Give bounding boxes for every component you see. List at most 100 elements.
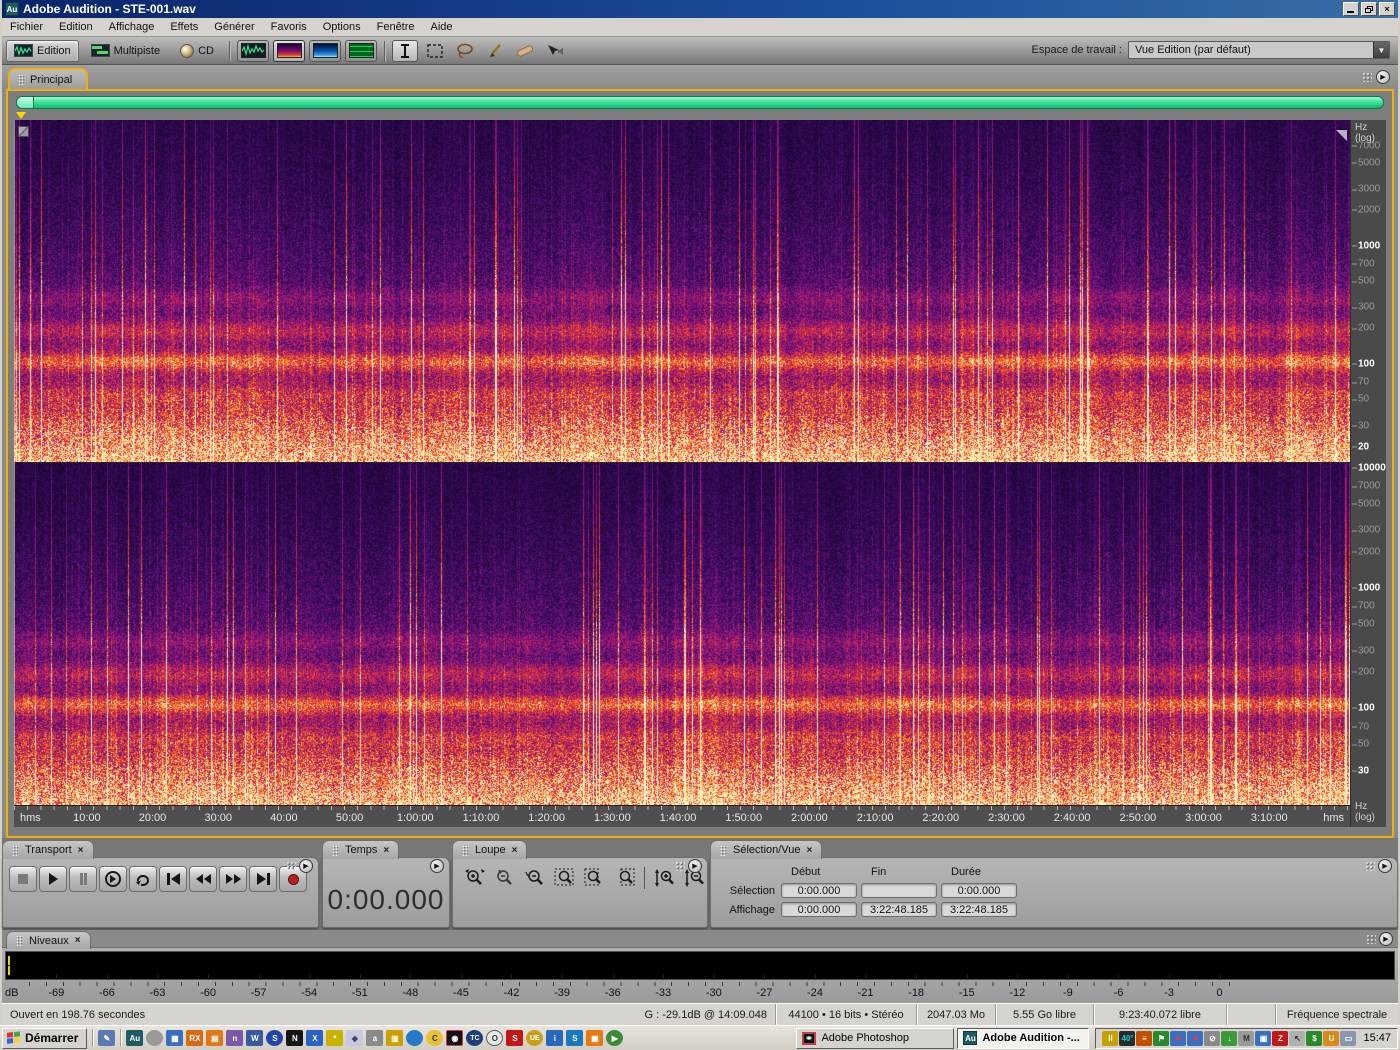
tray-pause-icon[interactable]: II — [1102, 1030, 1119, 1046]
quicklaunch-a-icon[interactable]: a — [366, 1030, 384, 1046]
combo-arrow-icon[interactable]: ▼ — [1373, 42, 1389, 58]
taskbar-photoshop-button[interactable]: Adobe Photoshop — [796, 1027, 955, 1049]
tray-money-icon[interactable]: $ — [1306, 1030, 1323, 1046]
spectrogram-right-channel[interactable] — [14, 463, 1350, 805]
selection-vue-tab[interactable]: Sélection/Vue × — [710, 840, 823, 859]
play-from-cursor-button[interactable] — [99, 866, 127, 892]
quicklaunch-album-icon[interactable]: ▤ — [206, 1030, 224, 1046]
menu-item[interactable]: Générer — [206, 19, 262, 35]
quicklaunch-onenote-icon[interactable]: n — [226, 1030, 244, 1046]
quicklaunch-figure-icon[interactable]: i — [546, 1030, 564, 1046]
temps-menu-button[interactable]: ▶ — [430, 859, 444, 873]
quicklaunch-chart-icon[interactable]: ▥ — [386, 1030, 404, 1046]
quicklaunch-calculator-icon[interactable]: ▦ — [166, 1030, 184, 1046]
niveaux-close-icon[interactable]: × — [75, 935, 81, 946]
transport-menu-button[interactable]: ▶ — [299, 859, 313, 873]
quicklaunch-comet-icon[interactable]: C — [426, 1030, 444, 1046]
selection-debut-field[interactable]: 0:00.000 — [781, 883, 857, 898]
quicklaunch-word-icon[interactable]: W — [246, 1030, 264, 1046]
rewind-button[interactable] — [189, 866, 217, 892]
temps-close-icon[interactable]: × — [383, 845, 389, 856]
close-button[interactable]: × — [1379, 2, 1395, 16]
zoom-in-vertical-button[interactable] — [651, 866, 678, 890]
panel-menu-button[interactable]: ▶ — [1376, 70, 1390, 84]
temps-tab[interactable]: Temps × — [322, 840, 400, 859]
quicklaunch-rx-icon[interactable]: RX — [186, 1030, 204, 1046]
lasso-selection-tool-button[interactable] — [452, 40, 478, 62]
tray-mouse-icon[interactable]: M — [1238, 1030, 1255, 1046]
workspace-combo[interactable]: Vue Edition (par défaut) ▼ — [1128, 41, 1390, 59]
loupe-menu-button[interactable]: ▶ — [688, 859, 702, 873]
menu-item[interactable]: Effets — [162, 19, 206, 35]
tray-temp-icon[interactable]: 40° — [1119, 1030, 1136, 1046]
go-to-end-button[interactable] — [249, 866, 277, 892]
tray-flag-icon[interactable]: ⚑ — [1153, 1030, 1170, 1046]
restore-button[interactable] — [1361, 2, 1377, 16]
affichage-duree-field[interactable]: 3:22:48.185 — [941, 902, 1017, 917]
playhead-marker-icon[interactable] — [16, 112, 26, 119]
loupe-tab[interactable]: Loupe × — [452, 840, 528, 859]
selection-vue-close-icon[interactable]: × — [806, 845, 812, 856]
tray-jar-icon[interactable]: U — [1323, 1030, 1340, 1046]
tray-network-x-icon[interactable]: ✕ — [1187, 1030, 1204, 1046]
quicklaunch-audition-icon[interactable]: Au — [126, 1030, 144, 1046]
quicklaunch-pdf-icon[interactable]: ▦ — [586, 1030, 604, 1046]
transport-close-icon[interactable]: × — [78, 845, 84, 856]
quicklaunch-photoshop-icon[interactable]: ◉ — [446, 1030, 464, 1046]
play-button[interactable] — [39, 866, 67, 892]
zoom-to-selection-button[interactable] — [551, 866, 578, 890]
niveaux-tab[interactable]: Niveaux × — [6, 931, 91, 949]
spectral-pan-view-button[interactable] — [309, 39, 341, 62]
quicklaunch-planet-icon[interactable]: S — [266, 1030, 284, 1046]
menu-item[interactable]: Affichage — [101, 19, 163, 35]
menu-item[interactable]: Favoris — [263, 19, 315, 35]
tray-list-icon[interactable]: ≡ — [1136, 1030, 1153, 1046]
zoom-in-left-edge-button[interactable] — [581, 866, 608, 890]
loupe-close-icon[interactable]: × — [512, 845, 518, 856]
selection-vue-menu-button[interactable]: ▶ — [1378, 859, 1392, 873]
tray-blocked-icon[interactable]: ⊘ — [1204, 1030, 1221, 1046]
niveaux-menu-button[interactable]: ▶ — [1379, 932, 1393, 946]
menu-item[interactable]: Edition — [51, 19, 101, 35]
zoom-out-horizontal-button[interactable] — [491, 866, 518, 890]
transport-tab[interactable]: Transport × — [2, 840, 94, 859]
cd-mode-button[interactable]: CD — [172, 40, 222, 62]
time-selection-tool-button[interactable] — [392, 39, 418, 62]
affichage-debut-field[interactable]: 0:00.000 — [781, 902, 857, 917]
tray-network-x-icon[interactable]: ✕ — [1170, 1030, 1187, 1046]
go-to-beginning-button[interactable] — [159, 866, 187, 892]
stop-button[interactable] — [9, 866, 37, 892]
tray-update-icon[interactable]: ↓ — [1221, 1030, 1238, 1046]
minimize-button[interactable] — [1343, 2, 1359, 16]
edition-mode-button[interactable]: Edition — [6, 39, 79, 62]
pause-button[interactable] — [69, 866, 97, 892]
frequency-scale[interactable]: Hz (log) 7000 5000 3000 2000 1000 700 500 300 20… — [1350, 120, 1386, 827]
tray-display-icon[interactable]: ▣ — [1255, 1030, 1272, 1046]
menu-item[interactable]: Aide — [423, 19, 461, 35]
horizontal-nav-scrollbar[interactable] — [16, 96, 1384, 109]
waveform-view-button[interactable] — [237, 39, 269, 62]
spot-healing-brush-tool-button[interactable] — [512, 40, 538, 62]
quicklaunch-star-icon[interactable]: * — [326, 1030, 344, 1046]
quicklaunch-mediaplayer-icon[interactable]: ▶ — [606, 1030, 624, 1046]
quicklaunch-pen-tablet-icon[interactable]: ✎ — [98, 1030, 116, 1046]
tab-principal[interactable]: Principal — [8, 68, 89, 89]
selection-fin-field[interactable] — [861, 883, 937, 898]
quicklaunch-globe-icon[interactable] — [406, 1030, 424, 1046]
effects-paintbrush-tool-button[interactable] — [482, 40, 508, 62]
start-button[interactable]: Démarrer — [2, 1027, 88, 1049]
quicklaunch-tool-icon[interactable]: X — [306, 1030, 324, 1046]
affichage-fin-field[interactable]: 3:22:48.185 — [861, 902, 937, 917]
quicklaunch-totalcommander-icon[interactable]: TC — [466, 1030, 484, 1046]
phase-view-button[interactable] — [345, 39, 377, 62]
selection-duree-field[interactable]: 0:00.000 — [941, 883, 1017, 898]
menu-item[interactable]: Options — [315, 19, 369, 35]
menu-item[interactable]: Fenêtre — [369, 19, 423, 35]
quicklaunch-dial-icon[interactable]: O — [486, 1030, 504, 1046]
taskbar-audition-button[interactable]: Au Adobe Audition -... — [957, 1027, 1090, 1049]
quicklaunch-ultraedit-icon[interactable]: UE — [526, 1030, 544, 1046]
time-ruler[interactable]: hms 10:00 20:00 30:00 40:00 50:00 1:00:00 1:10… — [14, 796, 1350, 827]
multipiste-mode-button[interactable]: Multipiste — [83, 40, 168, 62]
tray-pointer-icon[interactable]: ↖ — [1289, 1030, 1306, 1046]
scrub-tool-button[interactable] — [542, 40, 568, 62]
